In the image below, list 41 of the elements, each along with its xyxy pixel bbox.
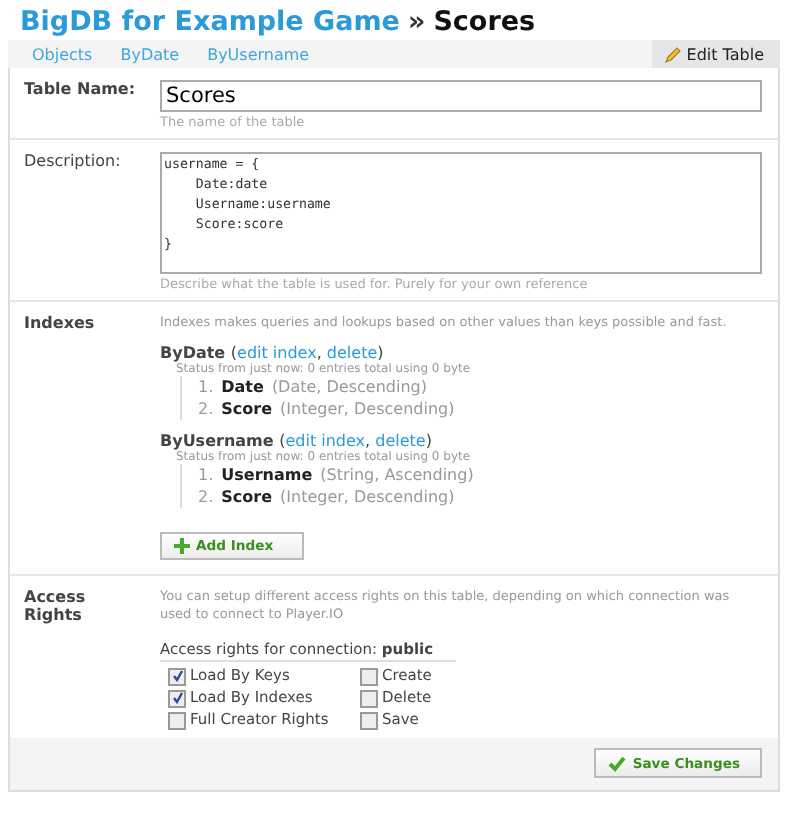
field-type: (Integer, Descending) (280, 486, 455, 508)
edit-index-link[interactable]: edit index (285, 432, 366, 450)
field-name: Username (221, 464, 313, 486)
delete-link[interactable]: delete (375, 432, 426, 450)
checkbox[interactable] (168, 711, 186, 729)
field-type: (Integer, Descending) (280, 398, 455, 420)
list-number: 1. (198, 376, 214, 398)
tab[interactable]: ByUsername (207, 45, 310, 63)
edit-index-link[interactable]: edit index (237, 344, 317, 362)
field-label: Table Name: (24, 80, 138, 102)
index-name: ByDate (160, 344, 226, 362)
checkbox[interactable] (360, 667, 378, 685)
list-number: 2. (198, 398, 214, 420)
index-links: (edit index, delete) (279, 432, 432, 450)
check-icon (608, 755, 627, 771)
field-name: Score (221, 486, 273, 508)
checkbox[interactable] (168, 667, 186, 685)
list-number: 1. (198, 464, 214, 486)
field-label: Indexes (24, 314, 97, 336)
separator: » (407, 6, 426, 38)
field-name: Date (221, 376, 264, 398)
table-name-field[interactable]: Scores (160, 80, 762, 112)
breadcrumb-link[interactable]: BigDB for Example Game (20, 6, 400, 38)
list-number: 2. (198, 486, 214, 508)
field-name: Score (221, 398, 273, 420)
checkbox[interactable] (360, 711, 378, 729)
checkbox[interactable] (360, 689, 378, 707)
field-label: Access Rights (24, 588, 88, 628)
field-label: Description: (24, 152, 123, 174)
tab[interactable]: Objects (32, 45, 93, 63)
index-name: ByUsername (160, 432, 274, 450)
checkbox[interactable] (168, 689, 186, 707)
delete-link[interactable]: delete (326, 344, 378, 362)
edit-table-button[interactable]: Edit Table (652, 40, 780, 68)
pencil-icon (664, 45, 683, 63)
field-type: (Date, Descending) (271, 376, 427, 398)
page-title: Scores (433, 6, 536, 38)
plus-icon (174, 538, 190, 554)
field-type: (String, Ascending) (320, 464, 474, 486)
index-links: (edit index, delete) (230, 344, 384, 362)
tab[interactable]: ByDate (120, 45, 180, 63)
